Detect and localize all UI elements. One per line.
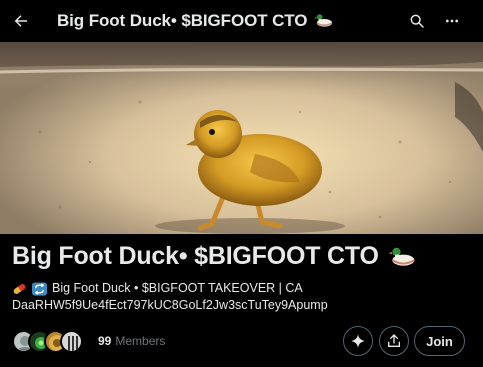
header-title-row: Big Foot Duck• $BIGFOOT CTO (57, 11, 333, 31)
more-button[interactable] (437, 6, 467, 36)
member-avatar (60, 329, 83, 353)
grok-button[interactable] (343, 326, 373, 356)
contract-address: DaaRHW5f9Ue4fEct797kUC8GoLf2Jw3scTuTey9A… (12, 298, 328, 312)
top-bar: Big Foot Duck• $BIGFOOT CTO (0, 0, 483, 42)
community-title: Big Foot Duck• $BIGFOOT CTO (12, 242, 379, 270)
duck-emoji-icon (388, 247, 415, 266)
search-icon (410, 14, 424, 28)
share-icon (388, 334, 400, 347)
duckling-photo (0, 42, 483, 234)
community-banner-image (0, 42, 483, 234)
share-button[interactable] (379, 326, 409, 356)
arrow-left-icon (14, 15, 27, 27)
header-title: Big Foot Duck• $BIGFOOT CTO (57, 11, 308, 30)
description-line-2: DaaRHW5f9Ue4fEct797kUC8GoLf2Jw3scTuTey9A… (12, 297, 472, 314)
duck-emoji-icon (314, 14, 333, 27)
community-description: Big Foot Duck • $BIGFOOT TAKEOVER | CA D… (12, 280, 472, 314)
sparkle-icon (351, 334, 365, 348)
community-title-row: Big Foot Duck• $BIGFOOT CTO (12, 242, 416, 271)
more-horizontal-icon (446, 19, 458, 23)
description-line-1: Big Foot Duck • $BIGFOOT TAKEOVER | CA (12, 280, 472, 297)
search-button[interactable] (402, 6, 432, 36)
members-row[interactable]: 99 Members (12, 328, 165, 354)
repeat-icon (32, 281, 47, 296)
member-count: 99 (98, 334, 112, 348)
pill-icon (13, 283, 26, 294)
join-button[interactable]: Join (414, 326, 465, 356)
member-label: Members (115, 334, 166, 348)
back-button[interactable] (6, 6, 36, 36)
description-text-1: Big Foot Duck • $BIGFOOT TAKEOVER | CA (52, 281, 303, 295)
